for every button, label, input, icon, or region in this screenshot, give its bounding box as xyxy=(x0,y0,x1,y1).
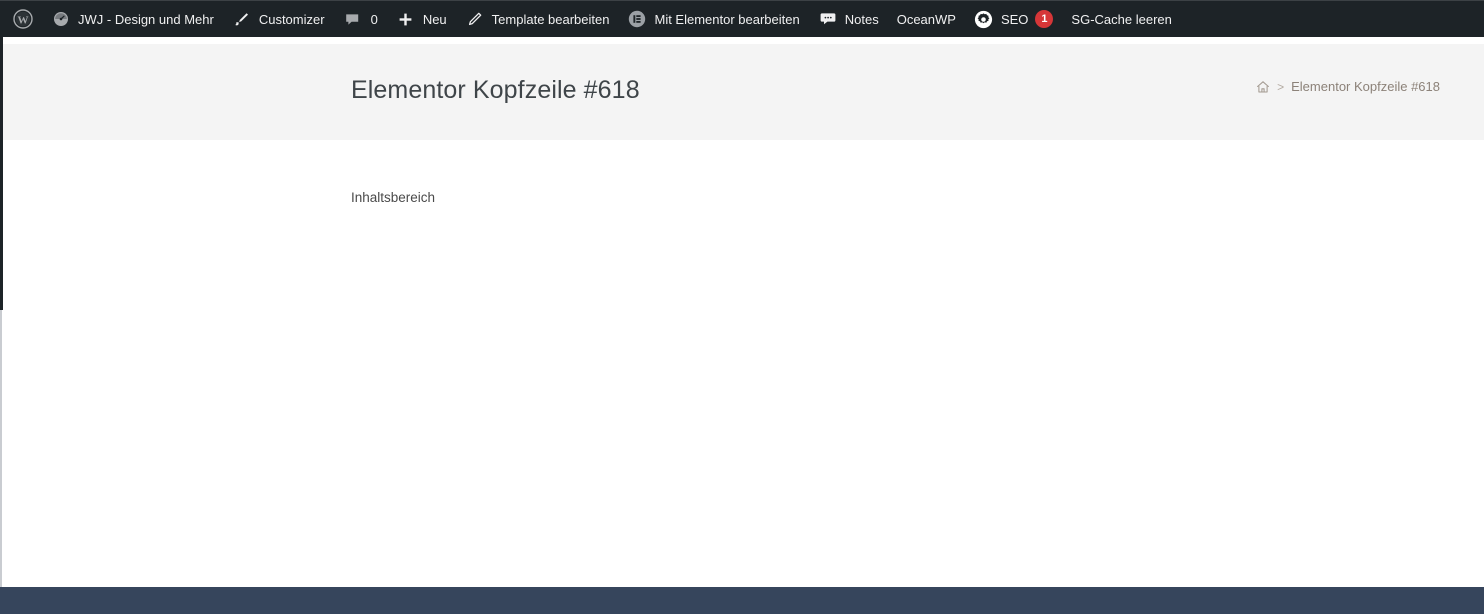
adminbar-new-label: Neu xyxy=(422,11,447,27)
adminbar-seo-badge: 1 xyxy=(1035,10,1054,28)
page-left-edge xyxy=(0,310,2,587)
adminbar-site-name-label: JWJ - Design und Mehr xyxy=(78,11,214,27)
notes-bubble-icon xyxy=(818,9,838,29)
breadcrumb-separator: > xyxy=(1277,79,1285,94)
adminbar-notes[interactable]: Notes xyxy=(809,1,888,38)
adminbar-edit-with-elementor-label: Mit Elementor bearbeiten xyxy=(654,11,800,27)
adminbar-oceanwp[interactable]: OceanWP xyxy=(888,1,965,38)
paintbrush-icon xyxy=(232,9,252,29)
dashboard-gauge-icon xyxy=(51,9,71,29)
elementor-icon xyxy=(627,9,647,29)
adminbar-wp-logo[interactable]: W xyxy=(4,1,42,38)
main-content: Inhaltsbereich xyxy=(0,140,1484,587)
page-header-band: Elementor Kopfzeile #618 > Elementor Kop… xyxy=(0,44,1484,140)
wp-admin-bar: W JWJ - Design und Mehr Customizer 0 Neu… xyxy=(0,0,1484,37)
admin-menu-edge xyxy=(0,37,3,310)
adminbar-comments-count: 0 xyxy=(370,11,378,27)
home-icon[interactable] xyxy=(1256,80,1270,94)
adminbar-seo[interactable]: SEO 1 xyxy=(965,1,1062,38)
site-footer xyxy=(0,587,1484,614)
adminbar-comments[interactable]: 0 xyxy=(334,1,387,38)
adminbar-customizer-label: Customizer xyxy=(258,11,325,27)
comment-bubble-icon xyxy=(343,9,363,29)
browser-page: W JWJ - Design und Mehr Customizer 0 Neu… xyxy=(0,0,1484,614)
pencil-icon xyxy=(465,9,485,29)
adminbar-edit-with-elementor[interactable]: Mit Elementor bearbeiten xyxy=(618,1,808,38)
breadcrumb: > Elementor Kopfzeile #618 xyxy=(1256,79,1440,94)
adminbar-new[interactable]: Neu xyxy=(387,1,456,38)
content-area-text: Inhaltsbereich xyxy=(351,190,436,205)
adminbar-site-name[interactable]: JWJ - Design und Mehr xyxy=(42,1,223,38)
svg-text:W: W xyxy=(18,14,29,26)
adminbar-seo-label: SEO xyxy=(1000,11,1029,27)
adminbar-sg-cache[interactable]: SG-Cache leeren xyxy=(1062,1,1180,38)
page-title: Elementor Kopfzeile #618 xyxy=(351,76,640,104)
adminbar-customizer[interactable]: Customizer xyxy=(223,1,334,38)
adminbar-edit-template-label: Template bearbeiten xyxy=(491,11,610,27)
wordpress-logo-icon: W xyxy=(13,9,33,29)
breadcrumb-current: Elementor Kopfzeile #618 xyxy=(1291,79,1440,94)
seo-gear-icon xyxy=(974,9,994,29)
adminbar-notes-label: Notes xyxy=(844,11,879,27)
plus-icon xyxy=(396,9,416,29)
adminbar-edit-template[interactable]: Template bearbeiten xyxy=(456,1,619,38)
adminbar-sg-cache-label: SG-Cache leeren xyxy=(1071,11,1172,27)
adminbar-oceanwp-label: OceanWP xyxy=(896,11,956,27)
